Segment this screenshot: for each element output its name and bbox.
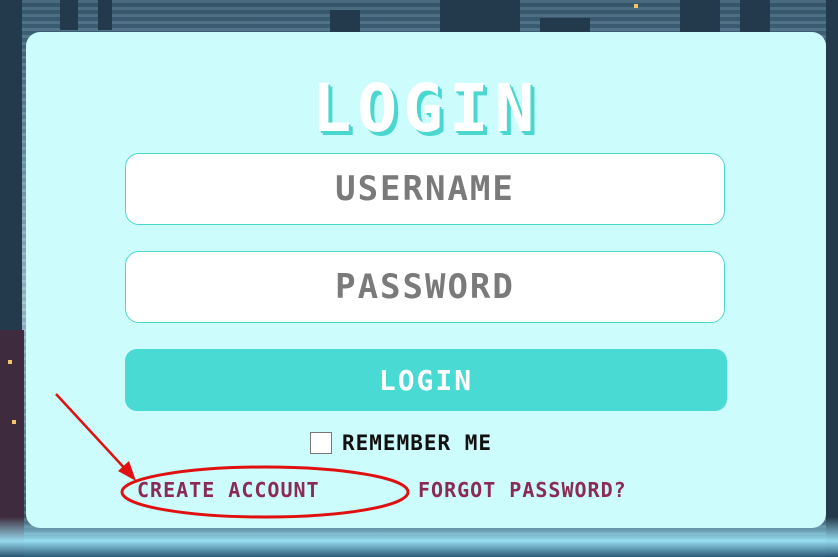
password-placeholder: PASSWORD — [335, 267, 515, 307]
password-field[interactable]: PASSWORD — [125, 251, 725, 323]
username-placeholder: USERNAME — [335, 169, 515, 209]
remember-me[interactable]: REMEMBER ME — [310, 430, 492, 456]
username-field[interactable]: USERNAME — [125, 153, 725, 225]
login-card: LOGIN USERNAME PASSWORD LOGIN REMEMBER M… — [26, 32, 826, 528]
forgot-password-link[interactable]: FORGOT PASSWORD? — [418, 478, 627, 502]
remember-me-label: REMEMBER ME — [342, 431, 493, 455]
login-title: LOGIN — [311, 70, 541, 147]
login-button[interactable]: LOGIN — [125, 349, 727, 411]
remember-me-checkbox[interactable] — [310, 432, 332, 454]
create-account-link[interactable]: CREATE ACCOUNT — [137, 478, 320, 502]
